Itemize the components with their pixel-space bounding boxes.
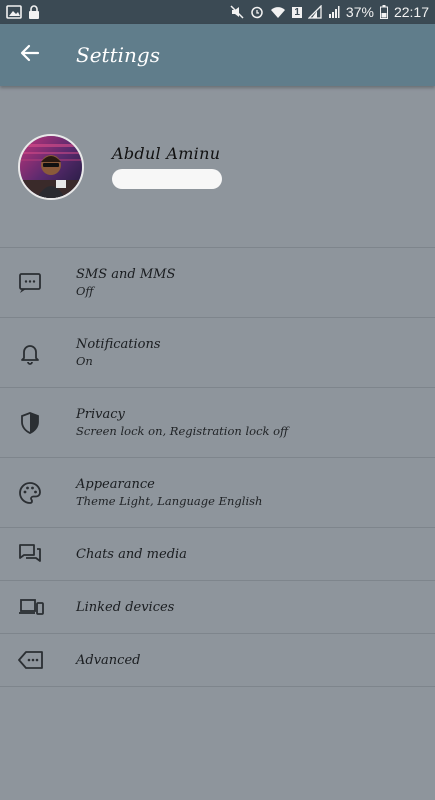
settings-item-appearance[interactable]: Appearance Theme Light, Language English [0,458,435,528]
palette-icon [0,481,76,505]
settings-item-title: Privacy [76,407,125,422]
signal-icon-2 [328,5,340,19]
devices-icon [0,595,76,619]
avatar[interactable] [18,133,84,200]
gallery-icon [6,5,22,19]
settings-item-title: Linked devices [76,599,175,615]
arrow-back-icon[interactable] [20,43,40,67]
tag-more-icon [0,648,76,672]
clock-time: 22:17 [393,4,429,20]
lock-icon [28,5,40,19]
profile-name: Abdul Aminu [112,144,221,163]
status-bar: 1 37% 22:17 [0,0,435,24]
chat-icon [0,542,76,566]
settings-item-title: SMS and MMS [76,267,176,282]
settings-item-linked-devices[interactable]: Linked devices [0,581,435,634]
shield-icon [0,411,76,435]
settings-item-title: Chats and media [76,546,187,562]
profile-card[interactable]: Abdul Aminu [0,86,435,248]
bell-icon [0,341,76,365]
settings-item-title: Notifications [76,337,161,352]
back-button[interactable] [0,24,60,86]
app-bar: Settings [0,24,435,86]
settings-item-subtitle: On [76,354,93,368]
settings-item-title: Appearance [76,477,155,492]
mute-icon [230,5,244,19]
settings-item-subtitle: Theme Light, Language English [76,494,263,508]
battery-percent: 37% [345,4,374,20]
settings-item-subtitle: Screen lock on, Registration lock off [76,424,289,438]
settings-item-notifications[interactable]: Notifications On [0,318,435,388]
settings-item-advanced[interactable]: Advanced [0,634,435,687]
settings-item-chats-media[interactable]: Chats and media [0,528,435,581]
message-icon [0,271,76,295]
settings-item-privacy[interactable]: Privacy Screen lock on, Registration loc… [0,388,435,458]
settings-item-sms-mms[interactable]: SMS and MMS Off [0,248,435,318]
page-title: Settings [76,43,160,67]
signal-icon [307,5,322,19]
battery-icon [379,5,388,19]
alarm-icon [250,5,264,19]
settings-list: SMS and MMS Off Notifications On Privacy… [0,248,435,687]
profile-phone-redacted [112,169,222,189]
wifi-icon [270,6,286,19]
settings-item-subtitle: Off [76,284,94,298]
sim-badge: 1 [292,6,302,18]
settings-item-title: Advanced [76,652,141,668]
